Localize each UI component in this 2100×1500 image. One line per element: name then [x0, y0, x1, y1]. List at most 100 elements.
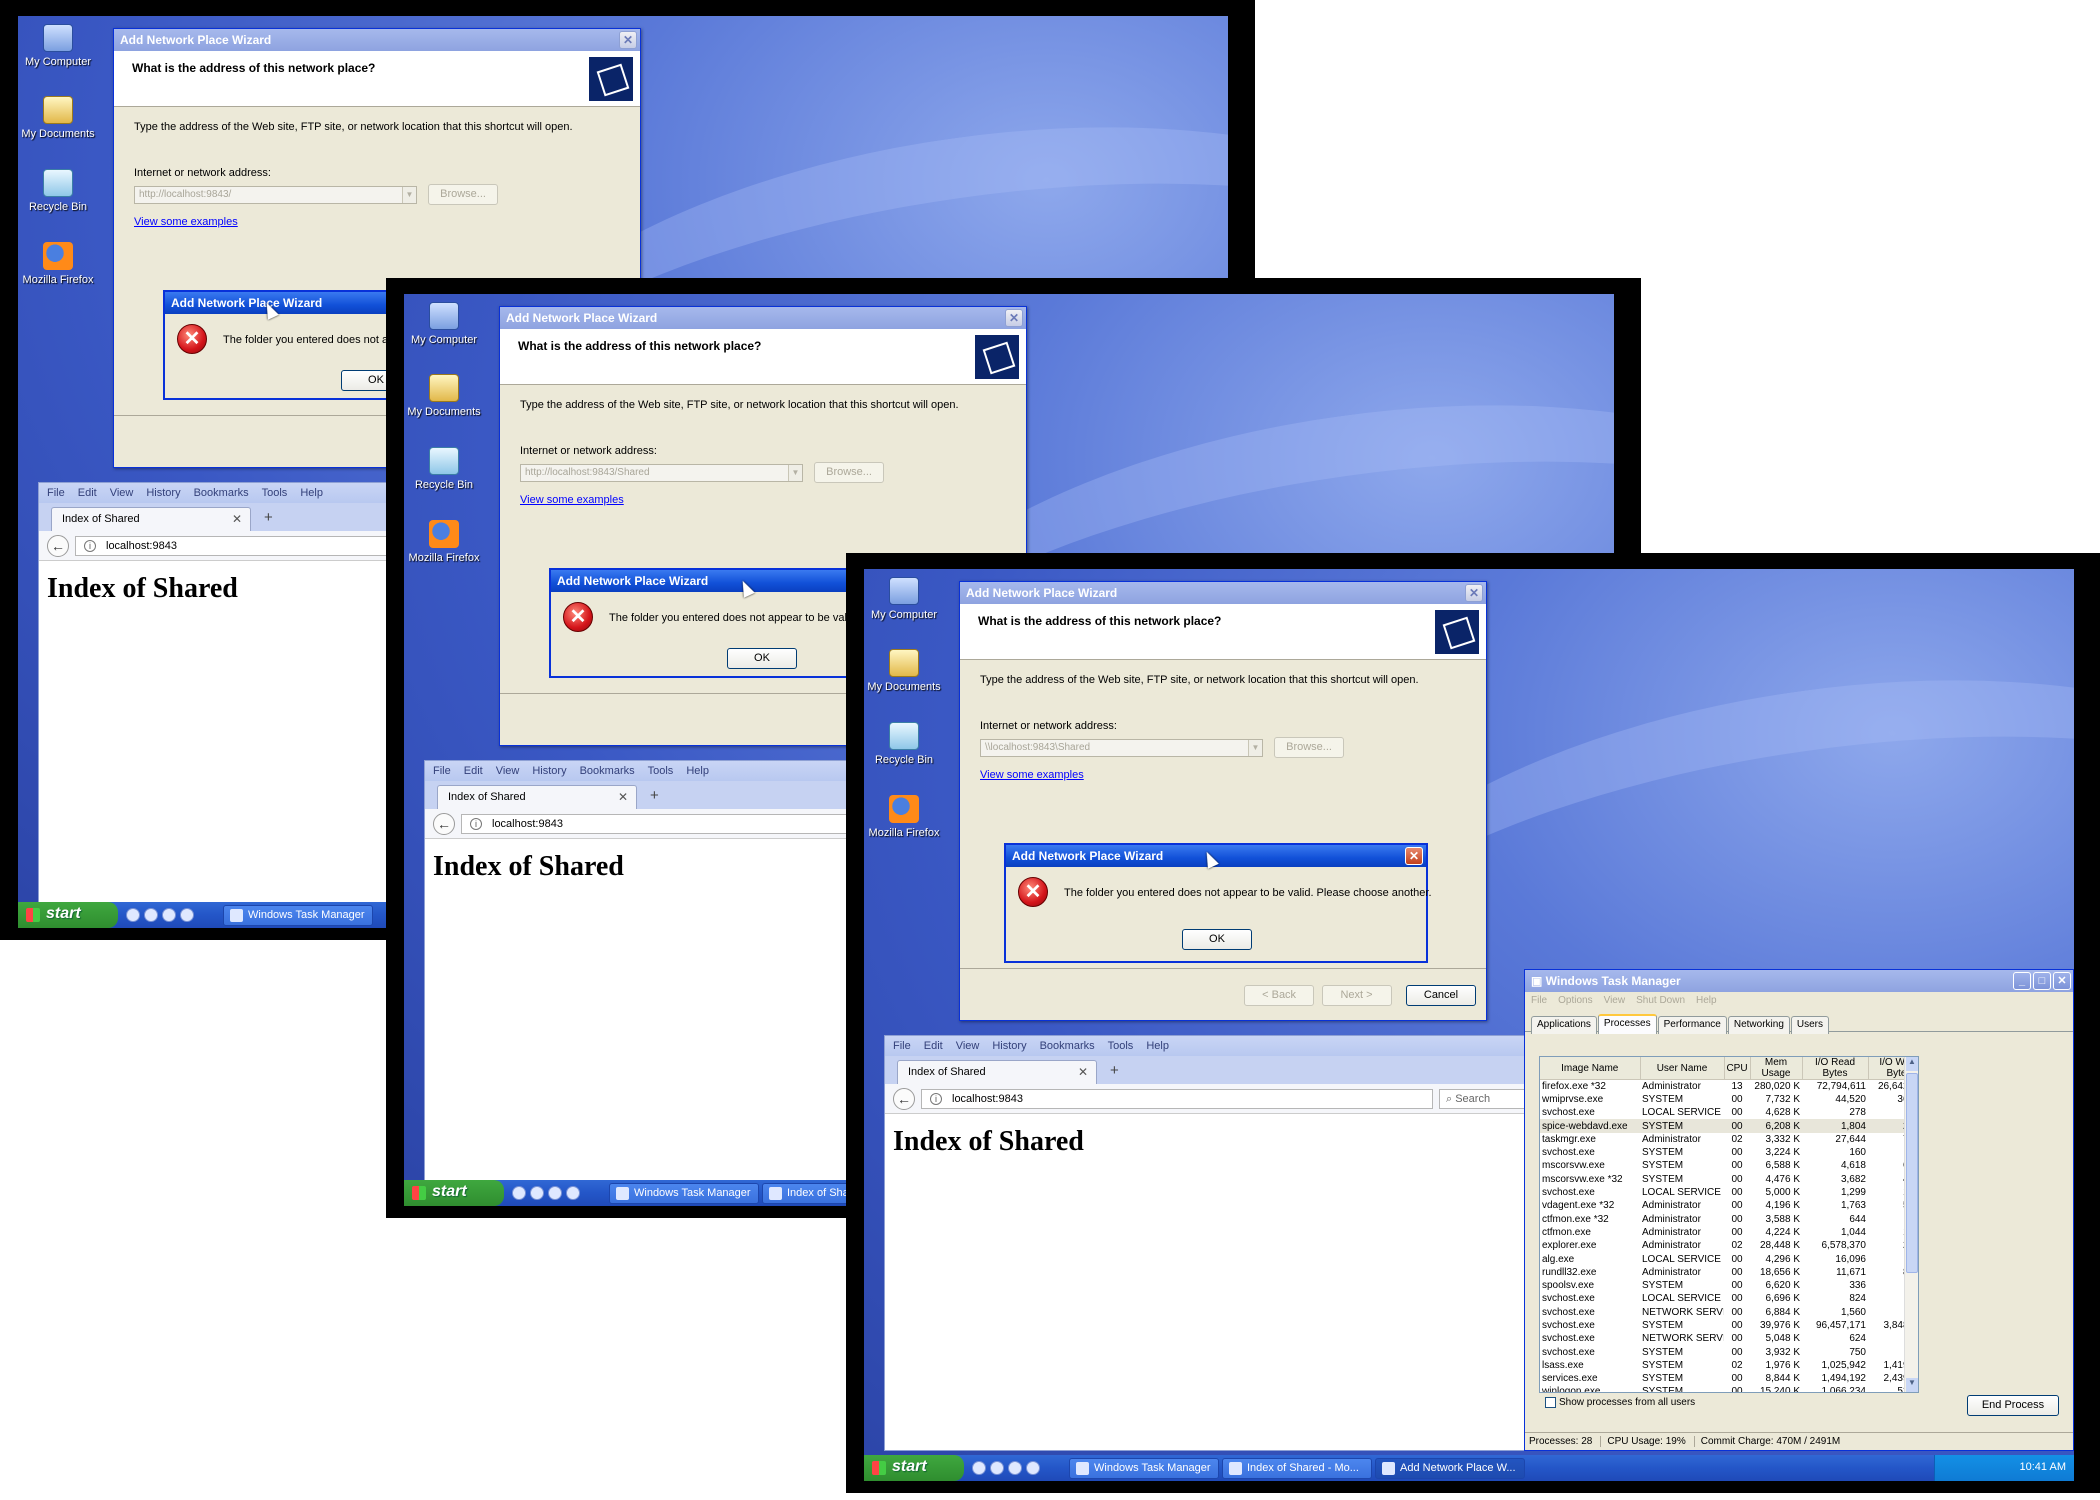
back-button[interactable]: ← — [433, 813, 455, 835]
desktop-icon-recycle-bin[interactable]: Recycle Bin — [404, 447, 484, 491]
address-input[interactable]: http://localhost:9843/▼ — [134, 185, 417, 204]
new-tab-icon[interactable]: + — [264, 509, 273, 526]
menu-edit[interactable]: Edit — [924, 1040, 943, 1052]
menu-bookmarks[interactable]: Bookmarks — [1040, 1040, 1095, 1052]
menu-view[interactable]: View — [1604, 995, 1626, 1006]
tab-processes[interactable]: Processes — [1597, 1014, 1657, 1034]
column-header[interactable]: CPU — [1724, 1057, 1751, 1080]
cancel-button[interactable]: Cancel — [1406, 985, 1476, 1006]
quicklaunch-icon[interactable] — [512, 1186, 526, 1200]
column-header[interactable]: I/O Read Bytes — [1802, 1057, 1869, 1080]
chevron-down-icon[interactable]: ▼ — [402, 186, 416, 203]
next-button[interactable]: Next > — [1321, 985, 1392, 1006]
url-bar[interactable]: i localhost:9843 — [921, 1089, 1433, 1109]
table-row[interactable]: ctfmon.exe *32Administrator003,588 K6448… — [1540, 1212, 1918, 1225]
menu-help[interactable]: Help — [1696, 995, 1717, 1006]
close-button[interactable]: ✕ — [1465, 584, 1483, 602]
taskbar-task-wizard[interactable]: Add Network Place W... — [1375, 1458, 1525, 1479]
quicklaunch-icon[interactable] — [990, 1461, 1004, 1475]
examples-link[interactable]: View some examples — [520, 494, 1006, 506]
menu-history[interactable]: History — [992, 1040, 1026, 1052]
table-row[interactable]: svchost.exeLOCAL SERVICE006,696 K824720 — [1540, 1292, 1918, 1305]
table-row[interactable]: firefox.exe *32 Administrator 13 280,020 K 7… — [1540, 1080, 1918, 1093]
ok-button[interactable]: OK — [727, 648, 797, 669]
desktop-icon-firefox[interactable]: Mozilla Firefox — [404, 520, 484, 564]
quicklaunch-icon[interactable] — [180, 908, 194, 922]
menu-help[interactable]: Help — [300, 487, 323, 499]
address-input[interactable]: \\localhost:9843\Shared ▼ — [980, 738, 1263, 757]
menu-edit[interactable]: Edit — [464, 765, 483, 777]
close-button[interactable]: ✕ — [1405, 847, 1423, 865]
desktop-icon-recycle-bin[interactable]: Recycle Bin — [18, 169, 98, 213]
menu-shut-down[interactable]: Shut Down — [1636, 995, 1685, 1006]
menu-view[interactable]: View — [496, 765, 520, 777]
tab-networking[interactable]: Networking — [1727, 1016, 1790, 1034]
column-header[interactable]: Mem Usage — [1750, 1057, 1803, 1080]
desktop-icon-my-documents[interactable]: My Documents — [404, 374, 484, 418]
browser-tab[interactable]: Index of Shared ✕ — [897, 1060, 1097, 1084]
quicklaunch-icon[interactable] — [530, 1186, 544, 1200]
table-row[interactable]: mscorsvw.exeSYSTEM006,588 K4,6186,704 — [1540, 1159, 1918, 1172]
browse-button[interactable]: Browse... — [814, 462, 885, 483]
menu-tools[interactable]: Tools — [1108, 1040, 1134, 1052]
menu-bookmarks[interactable]: Bookmarks — [194, 487, 249, 499]
new-tab-icon[interactable]: + — [650, 787, 659, 804]
menu-file[interactable]: File — [1531, 995, 1547, 1006]
desktop-icon-firefox[interactable]: Mozilla Firefox — [864, 795, 944, 839]
table-row[interactable]: taskmgr.exeAdministrator023,332 K27,6447… — [1540, 1133, 1918, 1146]
desktop-icon-my-computer[interactable]: My Computer — [404, 302, 484, 346]
table-row[interactable]: services.exe SYSTEM 00 8,844 K 1,494,192 2,43… — [1540, 1372, 1918, 1385]
table-row[interactable]: svchost.exeSYSTEM003,932 K750972 — [1540, 1345, 1918, 1358]
quicklaunch-icon[interactable] — [1026, 1461, 1040, 1475]
desktop-icon-my-documents[interactable]: My Documents — [864, 649, 944, 693]
back-button[interactable]: ← — [893, 1088, 915, 1110]
close-tab-icon[interactable]: ✕ — [618, 790, 628, 804]
menu-options[interactable]: Options — [1558, 995, 1592, 1006]
desktop-icon-my-computer[interactable]: My Computer — [18, 24, 98, 68]
quicklaunch-icon[interactable] — [144, 908, 158, 922]
minimize-button[interactable]: _ — [2013, 972, 2031, 990]
chevron-down-icon[interactable]: ▼ — [1248, 739, 1262, 756]
menu-help[interactable]: Help — [686, 765, 709, 777]
desktop-icon-firefox[interactable]: Mozilla Firefox — [18, 242, 98, 286]
close-button[interactable]: ✕ — [1005, 309, 1023, 327]
close-tab-icon[interactable]: ✕ — [1078, 1065, 1088, 1079]
new-tab-icon[interactable]: + — [1110, 1062, 1119, 1079]
start-button[interactable]: start — [864, 1455, 964, 1481]
back-button[interactable]: < Back — [1244, 985, 1315, 1006]
table-row[interactable]: vdagent.exe *32 Administrator 00 4,196 K 1,7… — [1540, 1199, 1918, 1212]
taskbar-task-task-manager[interactable]: Windows Task Manager — [1069, 1458, 1219, 1479]
table-row[interactable]: svchost.exe SYSTEM 00 39,976 K 96,457,171 3,8… — [1540, 1319, 1918, 1332]
examples-link[interactable]: View some examples — [980, 769, 1466, 781]
table-row[interactable]: svchost.exe NETWORK SERVICE 00 6,884 K 1,560… — [1540, 1306, 1918, 1319]
desktop-icon-my-documents[interactable]: My Documents — [18, 96, 98, 140]
desktop-icon-recycle-bin[interactable]: Recycle Bin — [864, 722, 944, 766]
tab-applications[interactable]: Applications — [1531, 1016, 1597, 1034]
table-row[interactable]: wmiprvse.exeSYSTEM007,732 K44,52036,200 — [1540, 1093, 1918, 1106]
table-row[interactable]: svchost.exeNETWORK SERVICE005,048 K62481… — [1540, 1332, 1918, 1345]
table-row[interactable]: rundll32.exe Administrator 00 18,656 K 11,67… — [1540, 1266, 1918, 1279]
menu-help[interactable]: Help — [1146, 1040, 1169, 1052]
clock[interactable]: 10:41 AM — [2020, 1461, 2066, 1473]
tab-performance[interactable]: Performance — [1657, 1016, 1727, 1034]
menu-view[interactable]: View — [956, 1040, 980, 1052]
table-row[interactable]: svchost.exeLOCAL SERVICE004,628 K278491 — [1540, 1106, 1918, 1119]
quicklaunch-icon[interactable] — [972, 1461, 986, 1475]
close-button[interactable]: ✕ — [619, 31, 637, 49]
table-row[interactable]: spoolsv.exeSYSTEM006,620 K336404 — [1540, 1279, 1918, 1292]
column-header[interactable]: User Name — [1640, 1057, 1725, 1080]
quicklaunch-icon[interactable] — [548, 1186, 562, 1200]
menu-edit[interactable]: Edit — [78, 487, 97, 499]
end-process-button[interactable]: End Process — [1967, 1395, 2059, 1416]
table-row[interactable]: alg.exeLOCAL SERVICE004,296 K16,096332 — [1540, 1252, 1918, 1265]
column-header[interactable]: Image Name — [1540, 1057, 1641, 1080]
scrollbar[interactable]: ▲ ▼ — [1904, 1057, 1918, 1392]
quicklaunch-icon[interactable] — [162, 908, 176, 922]
quicklaunch-icon[interactable] — [126, 908, 140, 922]
table-row[interactable]: explorer.exe Administrator 02 28,448 K 6,578… — [1540, 1239, 1918, 1252]
ok-button[interactable]: OK — [1182, 929, 1252, 950]
table-row[interactable]: mscorsvw.exe *32SYSTEM004,476 K3,6824,98… — [1540, 1173, 1918, 1186]
table-row[interactable]: winlogon.exeSYSTEM0015,240 K1,066,23453,… — [1540, 1385, 1918, 1392]
start-button[interactable]: start — [404, 1180, 504, 1206]
quicklaunch-icon[interactable] — [1008, 1461, 1022, 1475]
